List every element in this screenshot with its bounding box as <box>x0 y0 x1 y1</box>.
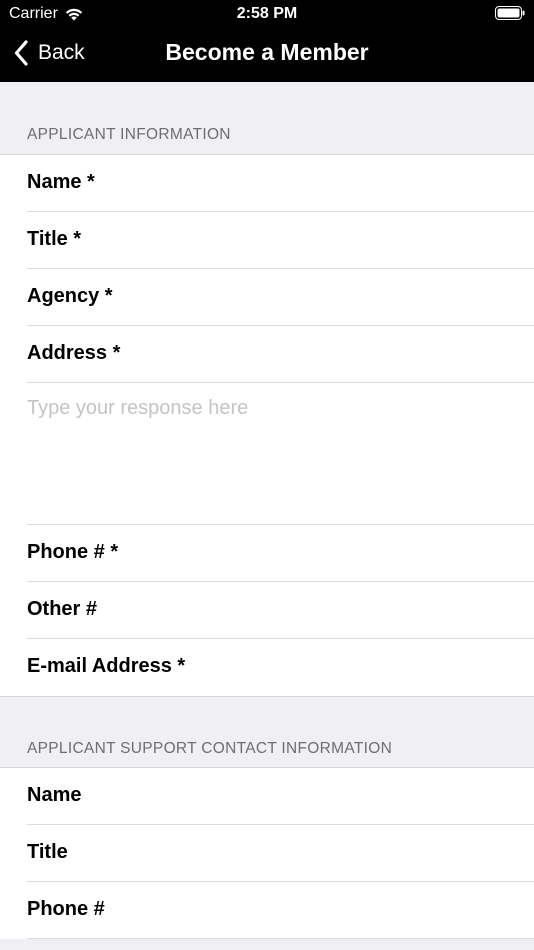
navigation-bar: Back Become a Member <box>0 28 534 82</box>
page-title: Become a Member <box>165 39 369 65</box>
title-field-label: Title * <box>27 228 82 250</box>
phone-field[interactable]: Phone # * <box>0 525 534 582</box>
phone-field-label: Phone # * <box>27 541 119 563</box>
support-name-field[interactable]: Name <box>0 768 534 825</box>
address-field-label: Address * <box>27 342 121 364</box>
email-field[interactable]: E-mail Address * <box>0 639 534 696</box>
agency-field-label: Agency * <box>27 285 113 307</box>
support-title-field[interactable]: Title <box>0 825 534 882</box>
support-section-header: APPLICANT SUPPORT CONTACT INFORMATION <box>27 740 393 757</box>
status-time: 2:58 PM <box>236 5 298 22</box>
support-title-field-label: Title <box>27 841 68 863</box>
support-phone-field[interactable]: Phone # <box>0 882 534 939</box>
support-phone-field-label: Phone # <box>27 898 105 920</box>
name-field[interactable]: Name * <box>0 155 534 212</box>
support-name-field-label: Name <box>27 784 82 806</box>
support-contact-group: Name Title Phone # <box>0 767 534 939</box>
title-field[interactable]: Title * <box>0 212 534 269</box>
applicant-section-header: APPLICANT INFORMATION <box>27 126 231 143</box>
status-bar: Carrier 2:58 PM <box>0 0 534 28</box>
battery-icon <box>495 6 525 20</box>
address-response-container <box>0 383 534 525</box>
applicant-info-group: Name * Title * Agency * Address * Phone … <box>0 154 534 697</box>
other-number-field[interactable]: Other # <box>0 582 534 639</box>
agency-field[interactable]: Agency * <box>0 269 534 326</box>
address-field: Address * <box>0 326 534 383</box>
other-number-field-label: Other # <box>27 598 98 620</box>
address-response-input[interactable] <box>22 393 522 521</box>
name-field-label: Name * <box>27 171 95 193</box>
row-divider <box>27 938 534 939</box>
email-field-label: E-mail Address * <box>27 655 186 677</box>
